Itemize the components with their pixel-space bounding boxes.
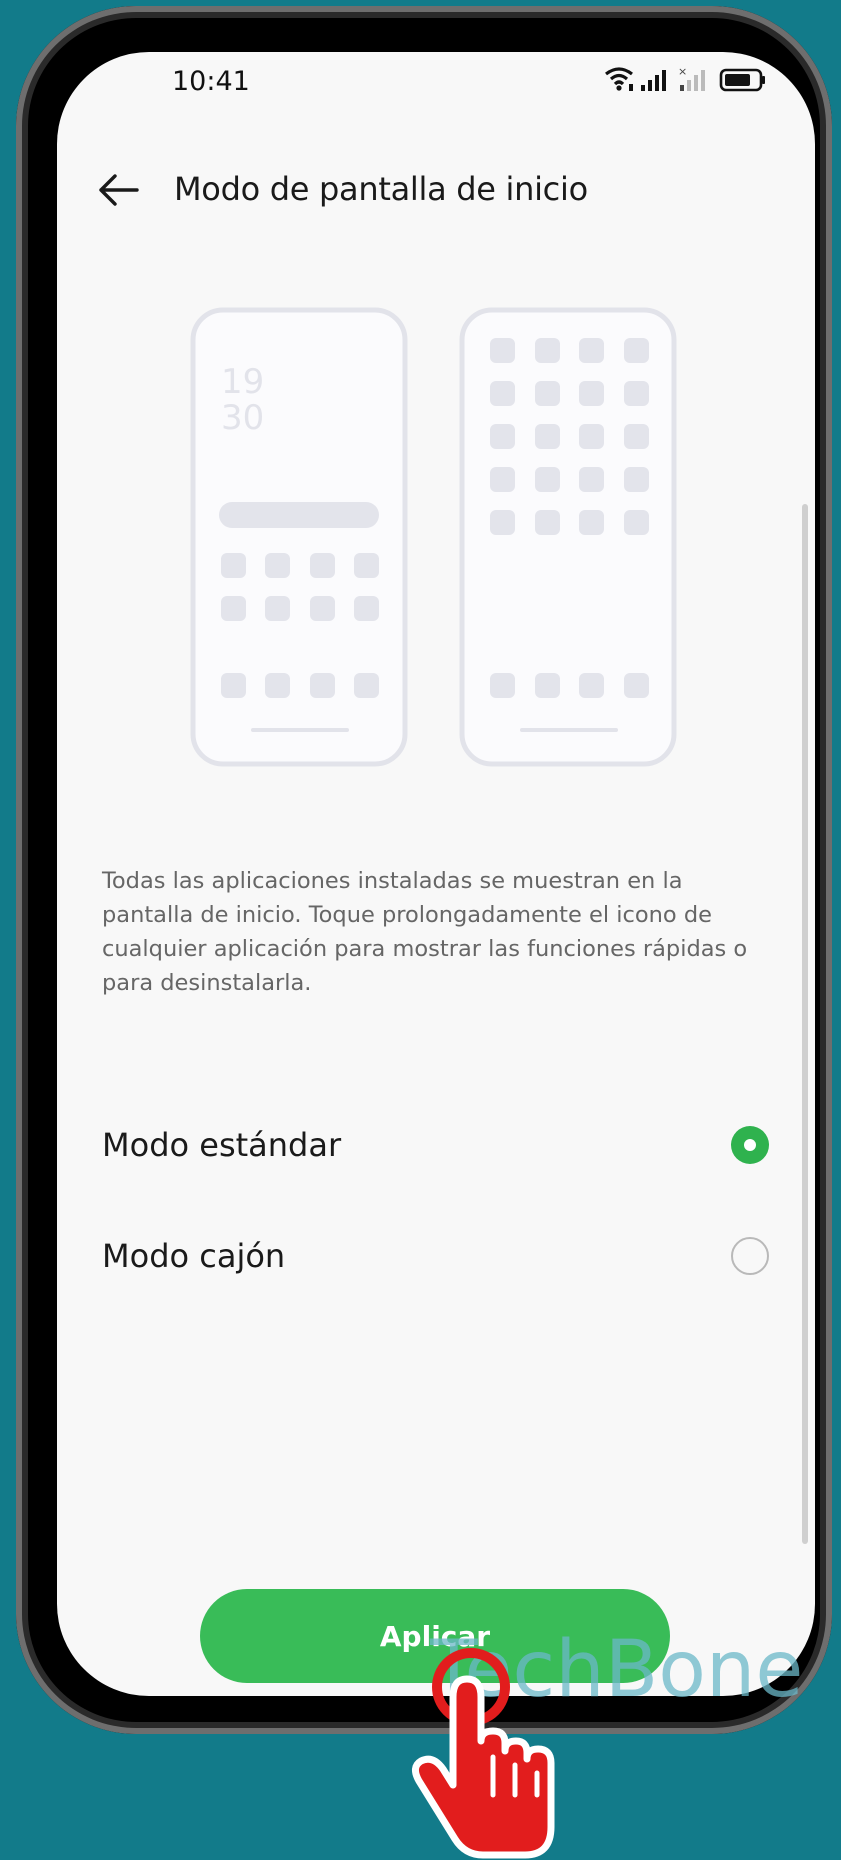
drawer-mode-preview	[459, 307, 677, 767]
signal-no-sim-icon: ×	[678, 65, 705, 91]
radio-unselected-icon[interactable]	[731, 1237, 769, 1275]
option-standard-mode[interactable]: Modo estándar	[57, 1098, 815, 1194]
svg-text:×: ×	[678, 65, 687, 78]
page-title: Modo de pantalla de inicio	[174, 170, 588, 208]
standard-mode-preview: 19 30	[190, 307, 408, 767]
signal-icon	[641, 70, 666, 91]
option-label: Modo cajón	[102, 1237, 286, 1275]
status-icons: ×	[605, 65, 765, 92]
tap-hand-icon	[412, 1648, 555, 1859]
option-label: Modo estándar	[102, 1126, 342, 1164]
preview-clock-hour: 19	[221, 362, 264, 402]
home-mode-illustration: 19 30	[190, 307, 677, 767]
battery-icon	[719, 68, 765, 92]
mode-description: Todas las aplicaciones instaladas se mue…	[102, 868, 748, 996]
preview-clock-minute: 30	[221, 398, 264, 438]
option-drawer-mode[interactable]: Modo cajón	[57, 1209, 815, 1305]
wifi-icon	[605, 67, 633, 91]
phone-screen: 10:41 × Modo de pantalla de inicio 19 30…	[57, 52, 815, 1696]
header: Modo de pantalla de inicio	[57, 152, 815, 228]
status-bar: 10:41 ×	[57, 52, 815, 110]
radio-selected-icon[interactable]	[731, 1126, 769, 1164]
status-time: 10:41	[172, 66, 250, 97]
scrollbar[interactable]	[802, 504, 808, 1544]
arrow-left-icon[interactable]	[97, 170, 141, 210]
